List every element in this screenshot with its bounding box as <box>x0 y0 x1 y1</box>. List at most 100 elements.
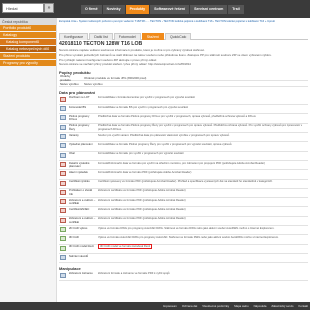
row-name[interactable]: Varianty <box>68 132 97 143</box>
product-row-label[interactable]: Název výrobku <box>59 82 82 86</box>
row-value: Formulář/data ve formátu Plošné programy… <box>97 141 308 152</box>
sidebar-item[interactable]: Katalog komponentů <box>0 38 56 46</box>
row-name[interactable]: Nahrání návodů <box>68 253 97 264</box>
breadcrumb[interactable]: Evropská Unie › Systém kulisových pohonů… <box>59 20 308 25</box>
pdf-file-icon[interactable] <box>60 161 66 167</box>
row-icon-cell <box>59 95 68 106</box>
nav-item[interactable]: Trail <box>228 5 244 14</box>
row-name[interactable]: Certifikát výrobku <box>68 179 97 189</box>
nav-item[interactable]: Softwarové řešení <box>150 5 190 14</box>
row-name[interactable]: Plošné programy Řezy <box>68 123 97 134</box>
row-name[interactable]: Výsledné plánování <box>68 141 97 152</box>
row-icon-cell <box>59 206 68 217</box>
search-input[interactable]: Hledat <box>2 3 44 13</box>
row-icon-cell <box>59 132 68 143</box>
nav-item[interactable]: Servisní centrum <box>190 5 228 14</box>
sidebar-item[interactable]: Katalogy <box>0 31 56 39</box>
row-name[interactable]: Zobrazení a ověření – certifikát <box>68 216 97 227</box>
table-row: Výsledné plánování Formulář/data ve formá… <box>59 141 308 152</box>
product-row-label[interactable]: Obrázky produktu <box>59 74 82 82</box>
sidebar-item[interactable]: Portfolio produktů <box>0 25 56 32</box>
sidebar-title: Česká republika <box>0 18 56 25</box>
row-name[interactable]: Zobrazení a ověření – certifikát <box>68 197 97 208</box>
table-row: Obal Formulář/data ve formátu pro využití… <box>59 151 308 161</box>
row-icon-cell <box>59 104 68 115</box>
cad-file-icon[interactable] <box>60 227 66 233</box>
row-value: Formulář/data v formátu Eccentrax pro vy… <box>97 95 308 106</box>
row-value: Zobrazení certifikátu ve formátu PDF (po… <box>97 206 308 217</box>
product-row-value: Název výrobku <box>84 81 103 86</box>
doc-file-icon[interactable] <box>60 115 66 121</box>
row-name[interactable]: Fotomodel BS <box>68 104 97 115</box>
row-name[interactable]: Zobrazení záznamu <box>68 271 97 282</box>
doc-file-icon[interactable] <box>60 254 66 260</box>
tab-item[interactable]: Stažení <box>141 33 164 40</box>
row-name[interactable]: Hlavní výsledek <box>68 169 97 180</box>
row-value-text: Zobrazení certifikátu ve formátu PDF (po… <box>98 189 186 193</box>
row-value: Formulář/informační data ve formátu PDF … <box>97 169 308 180</box>
doc-file-icon[interactable] <box>60 124 66 130</box>
row-value: Soubor pro využití variant. Předběžná da… <box>97 132 308 143</box>
pdf-file-icon[interactable] <box>60 208 66 214</box>
row-value-text: 3D CAD model ve formátu Autodesk Revit <box>98 244 153 250</box>
row-name[interactable]: 2D CAD výkres <box>68 225 97 236</box>
footer-link[interactable]: Zákaznický servis <box>271 304 293 308</box>
footer-link[interactable]: Kontakt <box>299 304 309 308</box>
row-value: Formulář/data ve formátu pro využití v p… <box>97 151 308 161</box>
row-value: Zobrazení certifikátu ve formátu PDF (po… <box>97 216 308 227</box>
footer-link[interactable]: Mapa webu <box>234 304 248 308</box>
footer-link[interactable]: Nápověda <box>254 304 267 308</box>
row-name[interactable]: Rozhraní ne LOT <box>68 95 97 106</box>
row-value-text: Předběžná data ve formátu Plošné program… <box>98 115 256 119</box>
tab-item[interactable]: Další list <box>89 33 113 40</box>
table-row: Fotomodel BS Formulář/data ve formátu BS … <box>59 104 308 115</box>
row-name[interactable]: 3D CAD <box>68 234 97 245</box>
product-row: Název výrobku Název výrobku <box>59 81 308 88</box>
footer-link[interactable]: Ochrana dat <box>182 304 197 308</box>
row-name[interactable]: Obal <box>68 151 97 161</box>
sidebar-item[interactable]: Katalog nebezpečných dílů <box>0 45 56 53</box>
pdf-file-icon[interactable] <box>60 189 66 195</box>
doc-file-icon[interactable] <box>60 106 66 112</box>
nav-item[interactable]: O firmě <box>81 5 102 14</box>
row-name[interactable]: Plošné programy DXLux <box>68 113 97 124</box>
row-icon-cell <box>59 271 68 282</box>
tab-item[interactable]: Fotomodel <box>113 33 141 40</box>
nav-item[interactable]: Produkty <box>125 5 150 14</box>
row-icon-cell <box>59 113 68 124</box>
footer-link[interactable]: Impressum <box>163 304 177 308</box>
row-value-text: Certifikát vystavený ve formátu PDF (pot… <box>98 180 273 184</box>
row-value: Výkres ve formátu AutoCAD DWG pro progra… <box>97 234 308 245</box>
sidebar-item[interactable]: Programy pro výpočty <box>0 59 56 67</box>
row-icon-cell <box>59 253 68 264</box>
doc-file-icon[interactable] <box>60 152 66 158</box>
row-icon-cell <box>59 216 68 227</box>
pdf-file-icon[interactable] <box>60 217 66 223</box>
tab-item[interactable]: Konfigurace <box>59 33 89 40</box>
doc-file-icon[interactable] <box>60 134 66 140</box>
product-row-value: Obrázek produktu ve formátu JPG (800x600… <box>84 75 147 80</box>
cad-file-icon[interactable] <box>60 236 66 242</box>
sidebar-item[interactable]: Stažení produktu <box>0 52 56 60</box>
row-value: 3D CAD model ve formátu Autodesk Revit <box>97 244 308 254</box>
row-name[interactable]: Detailní výsledné plánování <box>68 160 97 171</box>
row-value-text: Zobrazení formátu a záznamu ve formátu P… <box>98 272 170 276</box>
tab-item[interactable]: QuickCalc <box>164 33 192 40</box>
cad-file-icon[interactable] <box>60 245 66 251</box>
pdf-file-icon[interactable] <box>60 96 66 102</box>
footer-link[interactable]: Všeobecné podmínky <box>202 304 229 308</box>
doc-file-icon[interactable] <box>60 272 66 278</box>
nav-item[interactable]: Novinky <box>102 5 125 14</box>
row-name[interactable]: Prohlášení o shodě CE <box>68 188 97 199</box>
search-button[interactable]: » <box>44 3 54 13</box>
row-value: Formulář/informační data ve formátu pro … <box>97 160 308 171</box>
row-name[interactable]: Certifikát EN/IEC <box>68 206 97 217</box>
row-value-text: Formulář/informační data ve formátu pro … <box>98 161 266 165</box>
pdf-file-icon[interactable] <box>60 180 66 186</box>
pdf-file-icon[interactable] <box>60 199 66 205</box>
doc-file-icon[interactable] <box>60 143 66 149</box>
row-value-text: Zobrazení certifikátu ve formátu PDF (po… <box>98 208 186 212</box>
pdf-file-icon[interactable] <box>60 171 66 177</box>
row-name[interactable]: 3D CAD model Revit <box>68 244 97 254</box>
row-value <box>97 253 308 264</box>
